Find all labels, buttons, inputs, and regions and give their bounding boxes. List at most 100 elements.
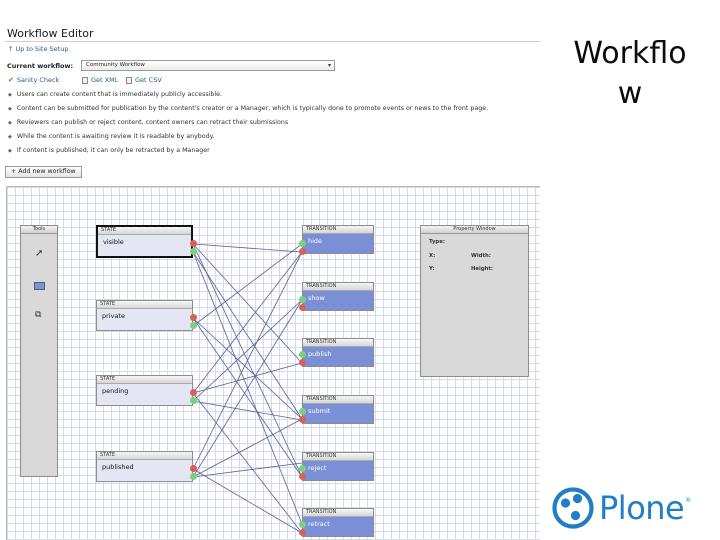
checkmark-icon: ✔: [8, 76, 14, 84]
transition-node-show[interactable]: TRANSITION show: [302, 282, 374, 311]
list-item: ◆ Reviewers can publish or reject content…: [8, 119, 289, 126]
transition-node-reject[interactable]: TRANSITION reject: [302, 452, 374, 481]
transition-node-retract[interactable]: TRANSITION retract: [302, 508, 374, 537]
list-item: ◆ While the content is awaiting review it…: [8, 133, 215, 140]
get-csv-link[interactable]: Get CSV: [126, 76, 162, 84]
slide-title: Workflo w: [540, 34, 720, 114]
transition-in-connector[interactable]: [299, 465, 306, 472]
transition-name: hide: [308, 237, 323, 245]
bullet-icon: ◆: [8, 148, 12, 154]
registered-mark: ®: [685, 497, 692, 504]
bullet-icon: ◆: [8, 106, 12, 112]
transition-out-connector[interactable]: [299, 473, 306, 480]
pointer-tool-icon[interactable]: ➚: [35, 248, 43, 259]
state-out-connector[interactable]: [190, 465, 197, 472]
state-header: STATE: [97, 452, 192, 460]
state-name: private: [102, 312, 125, 320]
transition-in-connector[interactable]: [299, 240, 306, 247]
plone-logo-text: Plone: [599, 489, 685, 527]
workflow-editor-screenshot: Workflow Editor ↑ Up to Site Setup Curren…: [0, 22, 540, 540]
editor-title: Workflow Editor: [7, 27, 94, 40]
transition-in-connector[interactable]: [299, 521, 306, 528]
list-item: ◆ Users can create content that is immedi…: [8, 91, 223, 98]
current-workflow-label: Current workflow:: [7, 62, 74, 70]
transition-name: retract: [308, 520, 330, 528]
title-divider: [5, 41, 540, 42]
state-in-connector[interactable]: [190, 248, 197, 255]
transition-in-connector[interactable]: [299, 296, 306, 303]
state-out-connector[interactable]: [190, 389, 197, 396]
current-workflow-select[interactable]: Community Workflow ▾: [81, 60, 335, 71]
slide-title-line-1: Workflo: [573, 36, 687, 71]
document-icon: [82, 76, 88, 84]
transition-node-publish[interactable]: TRANSITION publish: [302, 338, 374, 367]
state-header: STATE: [98, 227, 191, 235]
up-link-label: Up to Site Setup: [15, 45, 69, 53]
type-label: Type:: [429, 239, 445, 245]
state-in-connector[interactable]: [190, 473, 197, 480]
state-header: STATE: [97, 301, 192, 309]
chevron-down-icon: ▾: [327, 62, 331, 69]
transition-out-connector[interactable]: [299, 359, 306, 366]
state-out-connector[interactable]: [190, 240, 197, 247]
transition-out-connector[interactable]: [299, 416, 306, 423]
workflow-canvas[interactable]: Tools ➚ ⧉ Property Window Type: X: Width…: [6, 186, 540, 540]
slide-title-line-2: w: [617, 76, 643, 111]
transition-name: publish: [308, 350, 332, 358]
list-item: ◆ Content can be submitted for publicatio…: [8, 105, 489, 112]
transition-out-connector[interactable]: [299, 529, 306, 536]
state-in-connector[interactable]: [190, 397, 197, 404]
transition-header: TRANSITION: [303, 396, 373, 404]
sanity-check-label: Sanity Check: [16, 76, 60, 84]
state-header: STATE: [97, 376, 192, 384]
up-to-site-setup-link[interactable]: ↑ Up to Site Setup: [8, 45, 68, 53]
state-name: visible: [103, 238, 124, 246]
list-item: ◆ If content is published, it can only be…: [8, 147, 210, 154]
state-name: pending: [102, 387, 129, 395]
state-node-private[interactable]: STATE private: [96, 300, 193, 331]
transition-in-connector[interactable]: [299, 408, 306, 415]
state-node-visible[interactable]: STATE visible: [96, 225, 193, 258]
x-label: X:: [429, 253, 436, 259]
state-in-connector[interactable]: [190, 322, 197, 329]
get-xml-label: Get XML: [91, 76, 119, 84]
height-label: Height:: [471, 266, 494, 272]
plone-logo-icon: [552, 487, 594, 529]
y-label: Y:: [429, 266, 435, 272]
transition-in-connector[interactable]: [299, 351, 306, 358]
transition-header: TRANSITION: [303, 339, 373, 347]
transition-node-submit[interactable]: TRANSITION submit: [302, 395, 374, 424]
transition-name: reject: [308, 464, 327, 472]
transition-name: show: [308, 294, 325, 302]
sanity-check-link[interactable]: ✔ Sanity Check: [8, 76, 59, 84]
plone-logo: Plone ®: [552, 487, 691, 529]
property-window: Property Window Type: X: Width: Y: Heigh…: [420, 225, 529, 377]
bullet-icon: ◆: [8, 92, 12, 98]
up-arrow-icon: ↑: [8, 45, 14, 53]
transition-name: submit: [308, 407, 331, 415]
bullet-icon: ◆: [8, 120, 12, 126]
transition-header: TRANSITION: [303, 453, 373, 461]
bullet-icon: ◆: [8, 134, 12, 140]
state-name: published: [102, 463, 134, 471]
state-tool-icon[interactable]: [34, 282, 45, 290]
add-new-workflow-button[interactable]: + Add new workflow: [5, 166, 82, 178]
state-out-connector[interactable]: [190, 314, 197, 321]
transition-node-hide[interactable]: TRANSITION hide: [302, 225, 374, 254]
state-node-published[interactable]: STATE published: [96, 451, 193, 482]
transition-out-connector[interactable]: [299, 248, 306, 255]
transition-out-connector[interactable]: [299, 304, 306, 311]
get-csv-label: Get CSV: [135, 76, 162, 84]
spreadsheet-icon: [126, 76, 132, 84]
current-workflow-value: Community Workflow: [86, 62, 145, 68]
state-node-pending[interactable]: STATE pending: [96, 375, 193, 406]
transition-tool-icon[interactable]: ⧉: [35, 310, 41, 320]
width-label: Width:: [471, 253, 491, 259]
tools-panel: Tools ➚ ⧉: [20, 225, 58, 477]
property-window-title: Property Window: [421, 226, 528, 234]
plus-icon: +: [11, 168, 17, 175]
tools-panel-title: Tools: [21, 226, 57, 234]
get-xml-link[interactable]: Get XML: [82, 76, 118, 84]
workflow-description-list: ◆ Users can create content that is immedi…: [8, 88, 528, 158]
transition-header: TRANSITION: [303, 283, 373, 291]
